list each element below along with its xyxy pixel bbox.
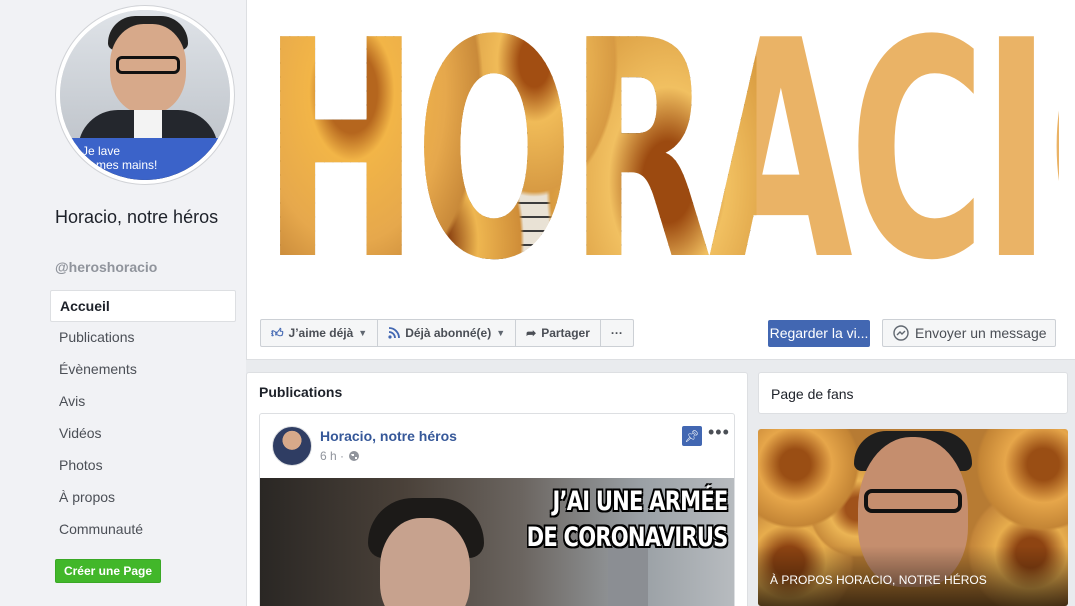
more-actions-button[interactable]: ···	[601, 320, 633, 346]
nav-item-evenements[interactable]: Évènements	[50, 354, 236, 386]
like-button[interactable]: 👍︎ J’aime déjà ▼	[261, 320, 379, 346]
nav-item-publications[interactable]: Publications	[50, 322, 236, 354]
avatar-caption: Je lave mes mains!	[60, 138, 230, 180]
share-button[interactable]: ➦ Partager	[516, 320, 601, 346]
share-label: Partager	[541, 326, 590, 340]
pinned-post: Horacio, notre héros 6 h · 📌︎ ••• J’AI U…	[259, 413, 735, 606]
caret-down-icon: ▼	[358, 328, 368, 338]
caret-down-icon: ▼	[496, 328, 506, 338]
share-arrow-icon: ➦	[526, 326, 537, 340]
pin-icon[interactable]: 📌︎	[682, 426, 702, 446]
post-image[interactable]: J’AI UNE ARMÉE DE CORONAVIRUS	[260, 478, 734, 606]
post-author-name[interactable]: Horacio, notre héros	[320, 428, 457, 444]
nav-item-avis[interactable]: Avis	[50, 386, 236, 418]
like-thumb-icon: 👍︎	[271, 325, 284, 340]
watch-video-button[interactable]: Regarder la vi...	[768, 320, 870, 347]
send-message-button[interactable]: Envoyer un message	[882, 319, 1056, 347]
left-column: Je lave mes mains! Horacio, notre héros …	[0, 0, 246, 606]
post-timestamp[interactable]: 6 h ·	[320, 449, 344, 463]
cover-text: HORACIO	[263, 14, 757, 290]
nav-item-photos[interactable]: Photos	[50, 450, 236, 482]
follow-label: Déjà abonné(e)	[405, 326, 492, 340]
page-nav: Accueil Publications Évènements Avis Vid…	[50, 290, 236, 546]
nav-item-communaute[interactable]: Communauté	[50, 514, 236, 546]
rss-icon	[388, 327, 401, 339]
profile-avatar[interactable]: Je lave mes mains!	[56, 6, 234, 184]
post-author-avatar[interactable]	[272, 426, 312, 466]
more-label: ···	[610, 326, 623, 340]
globe-icon	[349, 451, 360, 461]
fan-page-title[interactable]: Page de fans	[771, 386, 854, 402]
cover-card: HORACIO HORACIO 👍︎ J’aime déjà ▼ Déjà ab…	[246, 0, 1075, 360]
nav-item-videos[interactable]: Vidéos	[50, 418, 236, 450]
send-message-label: Envoyer un message	[915, 325, 1047, 341]
page-actions: 👍︎ J’aime déjà ▼ Déjà abonné(e) ▼ ➦ Part…	[260, 319, 634, 347]
about-card[interactable]: À PROPOS HORACIO, NOTRE HÉROS	[758, 429, 1068, 606]
nav-item-accueil[interactable]: Accueil	[50, 290, 236, 322]
post-meta: 6 h ·	[320, 449, 360, 463]
page-title[interactable]: Horacio, notre héros	[55, 204, 225, 231]
nav-item-a-propos[interactable]: À propos	[50, 482, 236, 514]
create-page-button[interactable]: Créer une Page	[55, 559, 161, 583]
about-label[interactable]: À PROPOS HORACIO, NOTRE HÉROS	[770, 573, 987, 587]
fan-page-card: Page de fans	[758, 372, 1068, 414]
messenger-icon	[893, 325, 909, 341]
publications-title[interactable]: Publications	[259, 384, 342, 400]
meme-caption: J’AI UNE ARMÉE DE CORONAVIRUS	[527, 486, 729, 553]
post-options-button[interactable]: •••	[708, 422, 730, 443]
follow-button[interactable]: Déjà abonné(e) ▼	[378, 320, 517, 346]
page-handle[interactable]: @heroshoracio	[55, 259, 157, 275]
like-label: J’aime déjà	[288, 326, 354, 340]
publications-card: Publications Horacio, notre héros 6 h · …	[246, 372, 748, 606]
cover-photo[interactable]: HORACIO HORACIO	[263, 14, 1059, 290]
